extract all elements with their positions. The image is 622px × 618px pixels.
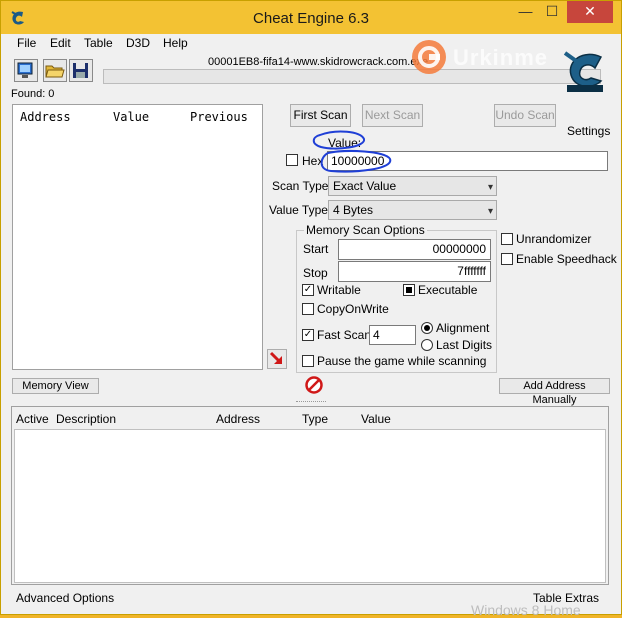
last-digits-label: Last Digits	[436, 338, 493, 352]
executable-label: Executable	[418, 283, 478, 297]
settings-label[interactable]: Settings	[567, 124, 610, 138]
pause-game-label: Pause the game while scanning	[317, 354, 487, 368]
save-icon	[73, 63, 88, 78]
copy-on-write-checkbox[interactable]	[302, 303, 314, 315]
hex-checkbox[interactable]	[286, 154, 298, 166]
undo-scan-button[interactable]: Undo Scan	[494, 104, 556, 127]
menu-d3d[interactable]: D3D	[126, 36, 150, 50]
cheat-engine-logo-icon	[563, 51, 603, 92]
cheat-engine-window: Cheat Engine 6.3 — ☐ ✕ File Edit Table D…	[0, 0, 622, 618]
title-bar[interactable]: Cheat Engine 6.3 — ☐ ✕	[1, 1, 621, 34]
status-bar: Advanced Options Table Extras Windows 8 …	[1, 589, 621, 618]
save-file-button[interactable]	[69, 59, 93, 82]
menu-help[interactable]: Help	[163, 36, 188, 50]
value-type-select[interactable]: 4 Bytes ▾	[328, 200, 497, 220]
minimize-button[interactable]: —	[512, 1, 539, 23]
windows-watermark: Windows 8 Home	[471, 602, 581, 618]
header-value[interactable]: Value	[361, 412, 391, 426]
add-to-list-button[interactable]	[267, 349, 287, 369]
header-description[interactable]: Description	[56, 412, 116, 426]
scan-type-select[interactable]: Exact Value ▾	[328, 176, 497, 196]
pause-game-checkbox[interactable]	[302, 355, 314, 367]
last-digits-radio[interactable]	[421, 339, 433, 351]
red-arrow-icon	[269, 351, 283, 365]
fast-scan-checkbox[interactable]: ✓	[302, 329, 314, 341]
menu-table[interactable]: Table	[84, 36, 113, 50]
value-type-value: 4 Bytes	[333, 203, 374, 217]
value-type-label: Value Type	[269, 203, 328, 217]
scan-results-list[interactable]: Address Value Previous	[12, 104, 263, 370]
start-label: Start	[303, 242, 329, 256]
alignment-radio[interactable]	[421, 322, 433, 334]
watermark-badge-icon	[412, 40, 446, 74]
unrandomizer-label: Unrandomizer	[516, 232, 592, 246]
watermark-logo: Urkinme	[411, 35, 616, 97]
value-input[interactable]: 10000000	[327, 151, 608, 171]
fast-scan-input[interactable]: 4	[369, 325, 416, 345]
writable-label: Writable	[317, 283, 361, 297]
menu-file[interactable]: File	[17, 36, 36, 50]
stop-scan-button[interactable]	[303, 376, 324, 396]
first-scan-button[interactable]: First Scan	[290, 104, 351, 127]
column-address[interactable]: Address	[20, 110, 71, 124]
speedhack-checkbox[interactable]	[501, 253, 513, 265]
memory-scan-options-title: Memory Scan Options	[304, 223, 427, 237]
address-table-body[interactable]	[14, 429, 606, 583]
column-previous[interactable]: Previous	[190, 110, 248, 124]
process-list-icon	[17, 62, 33, 78]
open-file-button[interactable]	[43, 59, 67, 82]
hex-label: Hex	[302, 154, 324, 168]
open-folder-icon	[45, 65, 65, 78]
column-value[interactable]: Value	[113, 110, 149, 124]
memory-view-button[interactable]: Memory View	[12, 378, 99, 394]
process-name-label: 00001EB8-fifa14-www.skidrowcrack.com.exe	[208, 56, 429, 68]
no-entry-icon	[304, 376, 323, 394]
speedhack-label: Enable Speedhack	[516, 252, 617, 266]
fast-scan-label: Fast Scan	[317, 328, 372, 342]
start-address-input[interactable]: 00000000	[338, 239, 491, 260]
writable-checkbox[interactable]: ✓	[302, 284, 314, 296]
stop-address-input[interactable]: 7fffffff	[338, 261, 491, 282]
add-address-manually-button[interactable]: Add Address Manually	[499, 378, 610, 406]
header-active[interactable]: Active	[16, 412, 49, 426]
chevron-down-icon: ▾	[487, 206, 493, 217]
close-button[interactable]: ✕	[567, 1, 613, 23]
executable-checkbox[interactable]	[403, 284, 415, 296]
advanced-options-link[interactable]: Advanced Options	[16, 591, 114, 605]
found-count: Found: 0	[11, 88, 55, 100]
unrandomizer-checkbox[interactable]	[501, 233, 513, 245]
open-process-button[interactable]	[14, 59, 38, 82]
stop-label: Stop	[303, 266, 328, 280]
alignment-label: Alignment	[436, 321, 490, 335]
value-label: Value:	[328, 136, 362, 150]
address-table[interactable]: Active Description Address Type Value	[11, 406, 609, 585]
maximize-button[interactable]: ☐	[539, 1, 565, 23]
copy-on-write-label: CopyOnWrite	[317, 302, 389, 316]
header-address[interactable]: Address	[216, 412, 260, 426]
header-type[interactable]: Type	[302, 412, 328, 426]
scan-type-value: Exact Value	[333, 179, 397, 193]
scan-type-label: Scan Type	[272, 179, 329, 193]
menu-edit[interactable]: Edit	[50, 36, 71, 50]
next-scan-button[interactable]: Next Scan	[362, 104, 423, 127]
chevron-down-icon: ▾	[487, 182, 493, 193]
watermark-brand: Urkinme	[453, 45, 549, 70]
